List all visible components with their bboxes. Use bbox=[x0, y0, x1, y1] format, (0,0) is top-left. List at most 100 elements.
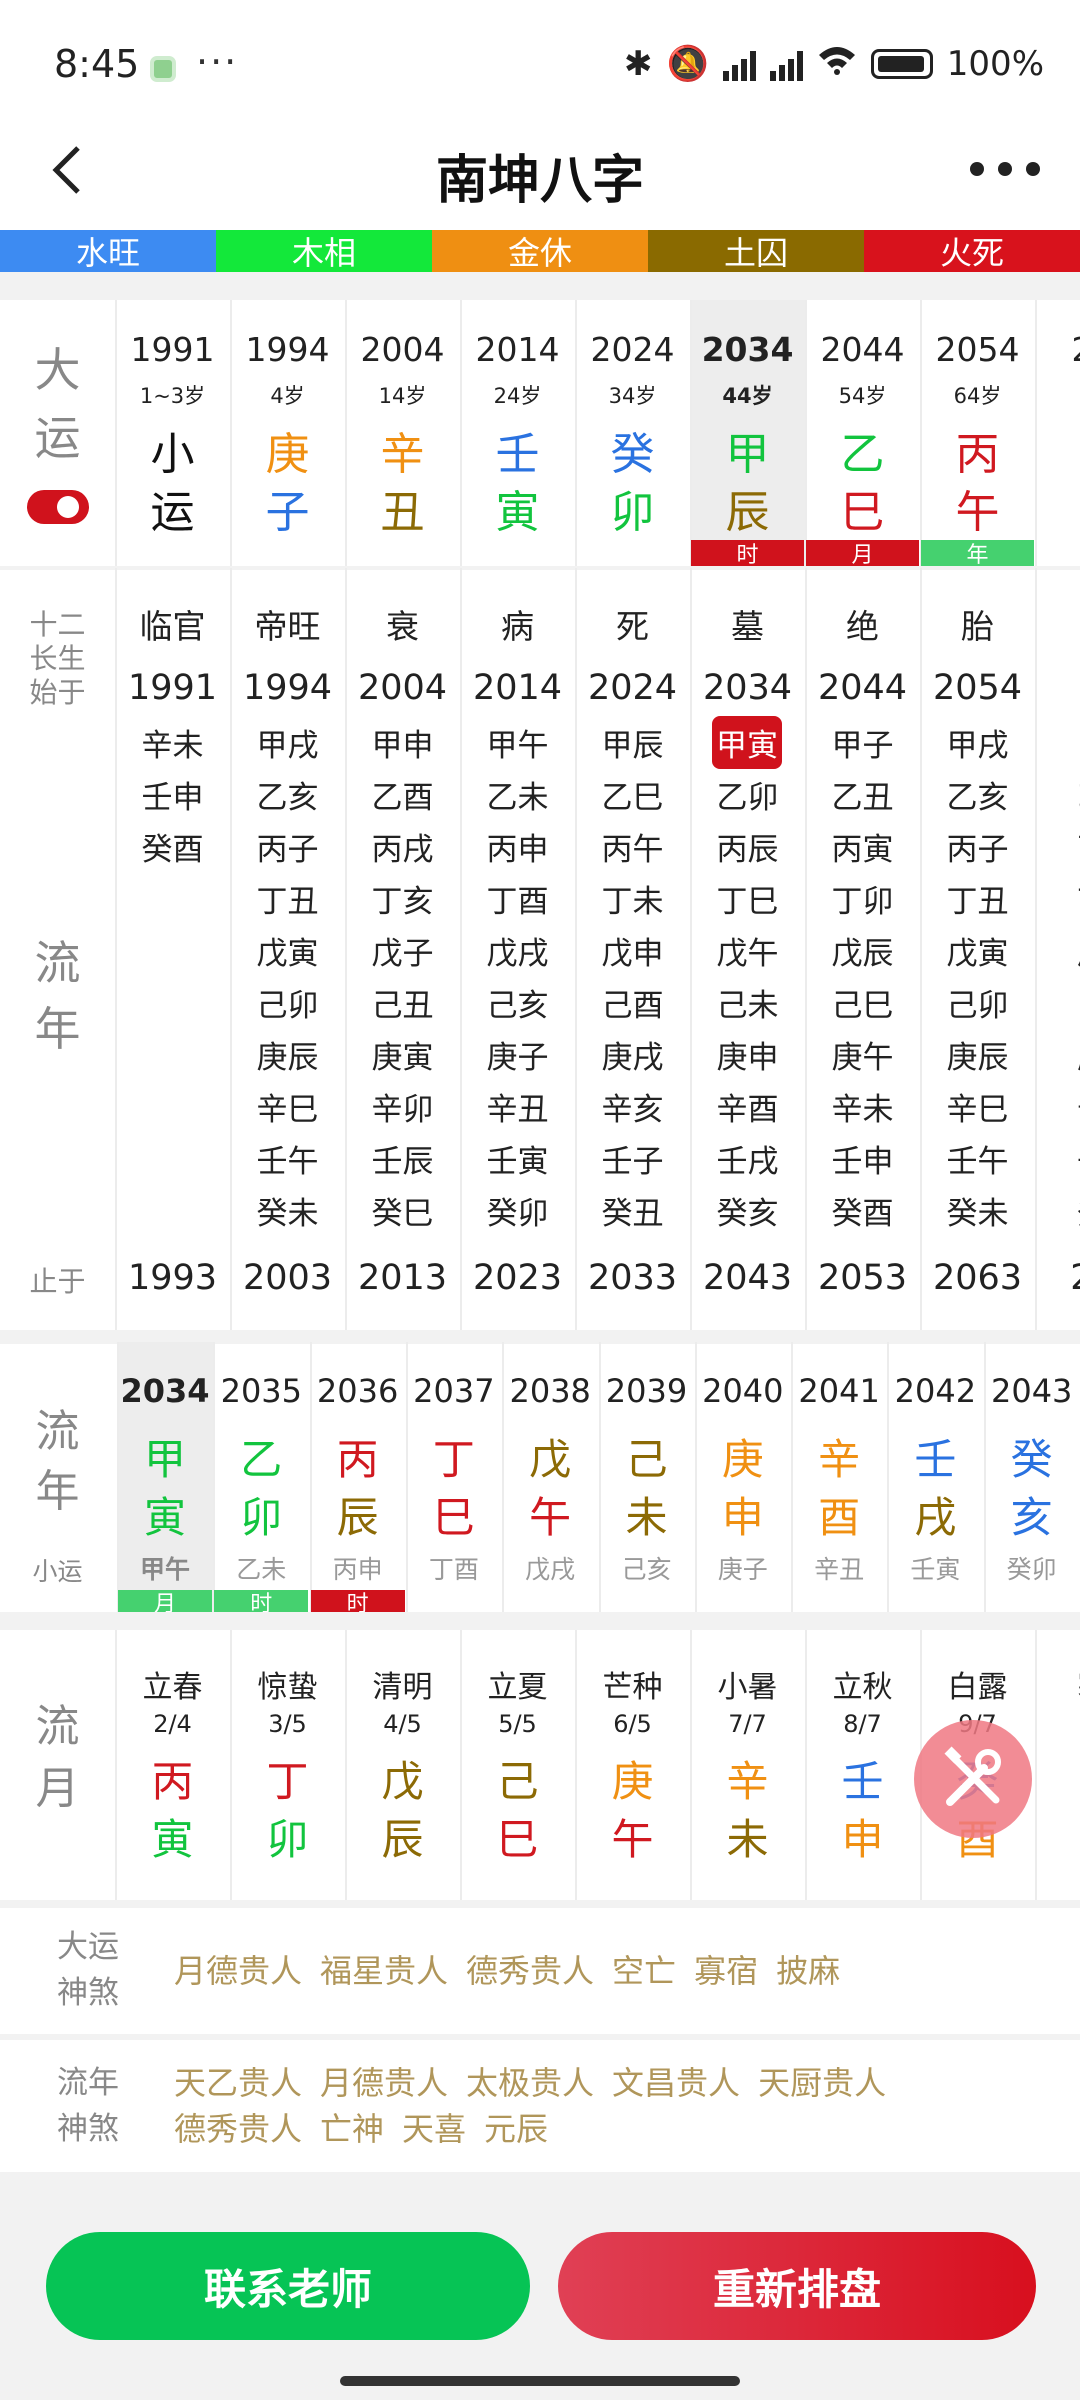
dayun-column[interactable]: 2034 44岁甲辰时 bbox=[690, 300, 805, 568]
liuyue-column[interactable]: 立秋 8/7 壬申 bbox=[805, 1630, 920, 1900]
liunian-ganzhi[interactable]: 癸巳 bbox=[345, 1188, 460, 1233]
liunian-ganzhi[interactable]: 丁巳 bbox=[690, 876, 805, 921]
liunian-ganzhi[interactable]: 乙卯 bbox=[690, 772, 805, 817]
liunian-ganzhi[interactable]: 丙辰 bbox=[690, 824, 805, 869]
liuyue-column[interactable]: 立春 2/4 丙寅 bbox=[115, 1630, 230, 1900]
liunian-ganzhi[interactable]: 辛巳 bbox=[230, 1084, 345, 1129]
liunian-ganzhi[interactable]: 庚申 bbox=[690, 1032, 805, 1077]
liunian-ganzhi[interactable]: 丁 bbox=[1035, 876, 1080, 921]
liunian-ganzhi[interactable]: 癸亥 bbox=[690, 1188, 805, 1233]
liunian-ganzhi[interactable]: 壬午 bbox=[230, 1136, 345, 1181]
liunian-ganzhi[interactable]: 丁亥 bbox=[345, 876, 460, 921]
liunian-ganzhi[interactable]: 戊申 bbox=[575, 928, 690, 973]
liunian-ganzhi[interactable]: 丁丑 bbox=[920, 876, 1035, 921]
more-button[interactable] bbox=[970, 144, 1040, 194]
liuyue-column[interactable]: 立夏 5/5 己巳 bbox=[460, 1630, 575, 1900]
liunian-ganzhi[interactable]: 辛酉 bbox=[690, 1084, 805, 1129]
shensha-item[interactable]: 福星贵人 bbox=[320, 1952, 448, 1990]
shensha-item[interactable]: 德秀贵人 bbox=[174, 2110, 302, 2148]
dayun-column[interactable]: 2044 54岁乙巳月 bbox=[805, 300, 920, 568]
shensha-item[interactable]: 德秀贵人 bbox=[466, 1952, 594, 1990]
liunian-ganzhi[interactable]: 己卯 bbox=[920, 980, 1035, 1025]
liunian-ganzhi[interactable]: 丁丑 bbox=[230, 876, 345, 921]
liunian-ganzhi[interactable]: 乙巳 bbox=[575, 772, 690, 817]
dayun-column[interactable]: 2024 34岁癸卯 bbox=[575, 300, 690, 568]
liunian-ganzhi[interactable]: 丁未 bbox=[575, 876, 690, 921]
liunian-ganzhi[interactable]: 壬辰 bbox=[345, 1136, 460, 1181]
liunian-ganzhi[interactable]: 甲午 bbox=[460, 720, 575, 765]
liunian-ganzhi[interactable]: 己亥 bbox=[460, 980, 575, 1025]
liunian-ganzhi[interactable]: 戊 bbox=[1035, 928, 1080, 973]
liunian-column[interactable]: 2036 丙辰丙申时 bbox=[309, 1342, 406, 1617]
liunian-ganzhi[interactable]: 庚子 bbox=[460, 1032, 575, 1077]
liunian-ganzhi[interactable]: 壬申 bbox=[115, 772, 230, 817]
liunian-ganzhi[interactable]: 庚戌 bbox=[575, 1032, 690, 1077]
liunian-column[interactable]: 2037 丁巳丁酉 bbox=[405, 1342, 502, 1612]
liuyue-column[interactable]: 清明 4/5 戊辰 bbox=[345, 1630, 460, 1900]
liunian-ganzhi[interactable]: 甲子 bbox=[805, 720, 920, 765]
shensha-item[interactable]: 空亡 bbox=[612, 1952, 676, 1990]
liunian-ganzhi[interactable]: 乙亥 bbox=[230, 772, 345, 817]
liunian-ganzhi[interactable]: 乙未 bbox=[460, 772, 575, 817]
liunian-ganzhi[interactable]: 壬戌 bbox=[690, 1136, 805, 1181]
dayun-column[interactable]: 207 bbox=[1035, 300, 1080, 568]
liunian-ganzhi[interactable]: 丙子 bbox=[230, 824, 345, 869]
liunian-column[interactable]: 2040 庚申庚子 bbox=[694, 1342, 791, 1612]
liunian-ganzhi[interactable]: 丁卯 bbox=[805, 876, 920, 921]
liunian-ganzhi[interactable]: 甲寅 bbox=[712, 716, 782, 769]
liunian-ganzhi[interactable]: 辛亥 bbox=[575, 1084, 690, 1129]
liunian-ganzhi[interactable]: 庚 bbox=[1035, 1032, 1080, 1077]
shensha-item[interactable]: 太极贵人 bbox=[466, 2064, 594, 2102]
dayun-column[interactable]: 2014 24岁壬寅 bbox=[460, 300, 575, 568]
liunian-ganzhi[interactable]: 癸卯 bbox=[460, 1188, 575, 1233]
liunian-ganzhi[interactable]: 壬午 bbox=[920, 1136, 1035, 1181]
liunian-ganzhi[interactable]: 癸酉 bbox=[115, 824, 230, 869]
liunian-ganzhi[interactable]: 戊子 bbox=[345, 928, 460, 973]
liunian-ganzhi[interactable]: 戊午 bbox=[690, 928, 805, 973]
liunian-ganzhi[interactable]: 辛未 bbox=[115, 720, 230, 765]
liunian-column[interactable]: 2038 戊午戊戌 bbox=[502, 1342, 598, 1612]
liunian-column[interactable]: 2043 癸亥癸卯 bbox=[983, 1342, 1080, 1612]
liunian-ganzhi[interactable]: 己未 bbox=[690, 980, 805, 1025]
liunian-ganzhi[interactable]: 乙丑 bbox=[805, 772, 920, 817]
shensha-item[interactable]: 文昌贵人 bbox=[612, 2064, 740, 2102]
dayun-column[interactable]: 2004 14岁辛丑 bbox=[345, 300, 460, 568]
liunian-ganzhi[interactable]: 壬子 bbox=[575, 1136, 690, 1181]
liunian-ganzhi[interactable]: 丁酉 bbox=[460, 876, 575, 921]
liuyue-column[interactable]: 芒种 6/5 庚午 bbox=[575, 1630, 690, 1900]
dayun-column[interactable]: 1994 4岁庚子 bbox=[230, 300, 345, 568]
shensha-item[interactable]: 寡宿 bbox=[694, 1952, 758, 1990]
tools-fab[interactable] bbox=[914, 1720, 1032, 1838]
liunian-ganzhi[interactable]: 己丑 bbox=[345, 980, 460, 1025]
liunian-ganzhi[interactable]: 辛未 bbox=[805, 1084, 920, 1129]
liunian-ganzhi[interactable]: 甲戌 bbox=[920, 720, 1035, 765]
shensha-item[interactable]: 元辰 bbox=[484, 2110, 548, 2148]
liunian-ganzhi[interactable]: 甲申 bbox=[345, 720, 460, 765]
liunian-ganzhi[interactable]: 庚辰 bbox=[230, 1032, 345, 1077]
liunian-ganzhi[interactable]: 丙午 bbox=[575, 824, 690, 869]
shensha-item[interactable]: 披麻 bbox=[776, 1952, 840, 1990]
liunian-ganzhi[interactable]: 乙亥 bbox=[920, 772, 1035, 817]
liunian-ganzhi[interactable]: 辛 bbox=[1035, 1084, 1080, 1129]
liunian-ganzhi[interactable]: 乙 bbox=[1035, 772, 1080, 817]
shensha-item[interactable]: 月德贵人 bbox=[320, 2064, 448, 2102]
liunian-ganzhi[interactable]: 丙申 bbox=[460, 824, 575, 869]
liuyue-column[interactable]: 小暑 7/7 辛未 bbox=[690, 1630, 805, 1900]
liunian-ganzhi[interactable]: 辛巳 bbox=[920, 1084, 1035, 1129]
liunian-ganzhi[interactable]: 己酉 bbox=[575, 980, 690, 1025]
liunian-column[interactable]: 2034 甲寅甲午月 bbox=[117, 1342, 213, 1617]
shensha-item[interactable]: 天厨贵人 bbox=[758, 2064, 886, 2102]
liunian-ganzhi[interactable]: 辛卯 bbox=[345, 1084, 460, 1129]
liunian-ganzhi[interactable]: 己 bbox=[1035, 980, 1080, 1025]
liunian-ganzhi[interactable]: 戊辰 bbox=[805, 928, 920, 973]
liunian-ganzhi[interactable]: 丙 bbox=[1035, 824, 1080, 869]
liunian-ganzhi[interactable]: 戊寅 bbox=[230, 928, 345, 973]
liunian-ganzhi[interactable]: 癸酉 bbox=[805, 1188, 920, 1233]
liunian-ganzhi[interactable]: 壬寅 bbox=[460, 1136, 575, 1181]
liunian-ganzhi[interactable]: 庚寅 bbox=[345, 1032, 460, 1077]
liunian-ganzhi[interactable]: 乙酉 bbox=[345, 772, 460, 817]
liuyue-column[interactable]: 惊蛰 3/5 丁卯 bbox=[230, 1630, 345, 1900]
liunian-ganzhi[interactable]: 己巳 bbox=[805, 980, 920, 1025]
liunian-ganzhi[interactable]: 戊戌 bbox=[460, 928, 575, 973]
liunian-ganzhi[interactable]: 癸丑 bbox=[575, 1188, 690, 1233]
